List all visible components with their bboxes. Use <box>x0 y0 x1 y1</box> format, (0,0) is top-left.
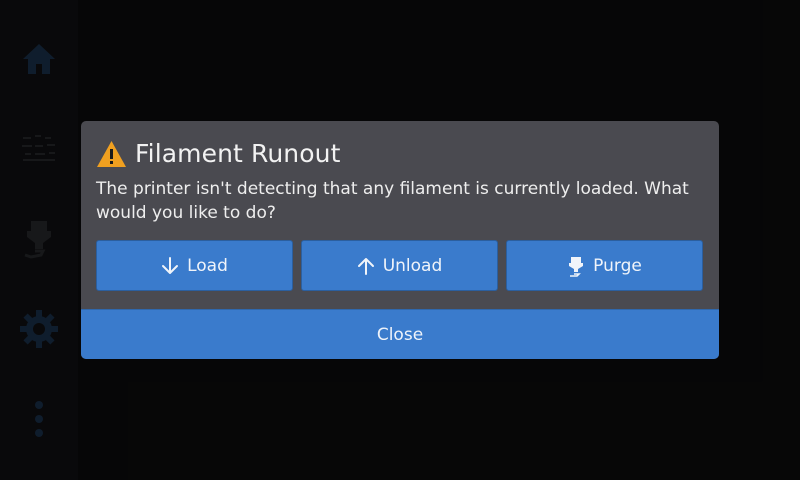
purge-button-label: Purge <box>593 255 642 276</box>
extruder-purge-icon <box>569 256 584 277</box>
dialog-header: Filament Runout <box>96 139 340 169</box>
filament-runout-dialog: Filament Runout The printer isn't detect… <box>81 121 719 359</box>
load-button[interactable]: Load <box>96 240 293 291</box>
arrow-up-icon <box>357 257 374 275</box>
screen: Filament Runout The printer isn't detect… <box>0 0 800 480</box>
unload-button[interactable]: Unload <box>301 240 498 291</box>
action-buttons: Load Unload Purge <box>96 240 704 291</box>
dialog-message: The printer isn't detecting that any fil… <box>96 179 689 223</box>
arrow-down-icon <box>162 256 179 274</box>
close-button[interactable]: Close <box>81 309 719 359</box>
dialog-title: Filament Runout <box>135 139 341 168</box>
warning-icon <box>97 141 126 167</box>
purge-button[interactable]: Purge <box>506 240 703 291</box>
unload-button-label: Unload <box>382 255 443 276</box>
load-button-label: Load <box>187 255 228 276</box>
